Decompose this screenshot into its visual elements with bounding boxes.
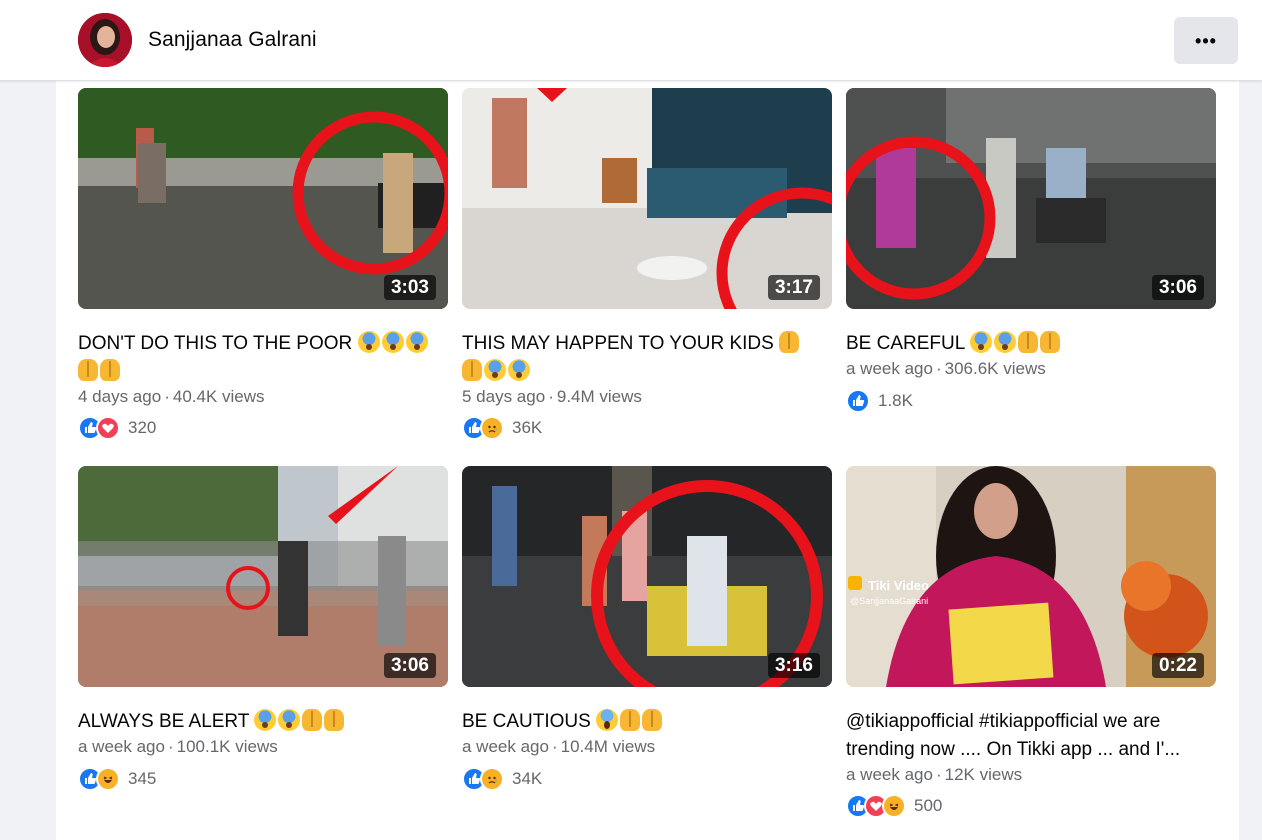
video-meta: a week ago · 306.6K views — [846, 359, 1046, 378]
video-duration: 3:17 — [767, 275, 820, 300]
video-title[interactable]: DON'T DO THIS TO THE POOR — [78, 330, 448, 386]
reaction-count: 34K — [512, 769, 543, 788]
love-icon — [96, 416, 120, 440]
pray-emoji-icon — [78, 359, 98, 381]
more-icon: ••• — [1195, 30, 1217, 51]
video-title[interactable]: THIS MAY HAPPEN TO YOUR KIDS — [462, 330, 832, 386]
fearful-emoji-icon — [969, 331, 992, 353]
reactions-summary[interactable]: 34K — [462, 766, 542, 792]
reactions-summary[interactable]: 500 — [846, 793, 942, 819]
video-meta: a week ago · 100.1K views — [78, 737, 278, 756]
video-age: a week ago — [462, 737, 549, 756]
fearful-emoji-icon — [993, 331, 1016, 353]
more-options-button[interactable]: ••• — [1174, 17, 1238, 64]
video-thumbnail[interactable]: 3:06 — [846, 88, 1216, 309]
video-duration: 3:06 — [383, 653, 436, 678]
reactions-summary[interactable]: 345 — [78, 766, 156, 792]
fearful-emoji-icon — [405, 331, 428, 353]
reaction-count: 320 — [128, 418, 157, 437]
reaction-count: 1.8K — [878, 391, 913, 410]
sad-icon — [480, 767, 504, 791]
pray-emoji-icon — [642, 709, 663, 731]
video-title[interactable]: ALWAYS BE ALERT — [78, 708, 448, 736]
pray-emoji-icon — [1039, 331, 1060, 353]
fearful-emoji-icon — [254, 709, 277, 731]
video-title-line2: trending now .... On Tikki app ... and I… — [846, 739, 1181, 760]
profile-name[interactable]: Sanjjanaa Galrani — [148, 28, 317, 52]
video-title-text: BE CAREFUL — [846, 333, 965, 354]
video-duration: 0:22 — [1151, 653, 1204, 678]
video-age: a week ago — [846, 765, 933, 784]
video-views: 40.4K views — [172, 387, 265, 406]
video-age: 5 days ago — [462, 387, 546, 406]
video-title[interactable]: BE CAREFUL — [846, 330, 1216, 358]
fearful-emoji-icon — [484, 359, 506, 381]
pray-emoji-icon — [1017, 331, 1038, 353]
screaming-emoji-icon — [596, 709, 619, 731]
video-views: 10.4M views — [560, 737, 656, 756]
video-thumbnail[interactable]: 3:17 — [462, 88, 832, 309]
haha-icon — [882, 794, 906, 818]
pray-emoji-icon — [620, 709, 641, 731]
video-title-text: ALWAYS BE ALERT — [78, 711, 250, 732]
reaction-count: 345 — [128, 769, 157, 788]
sad-icon — [480, 416, 504, 440]
reactions-summary[interactable]: 36K — [462, 415, 542, 441]
pray-emoji-icon — [324, 709, 345, 731]
fearful-emoji-icon — [508, 359, 530, 381]
reactions-summary[interactable]: 320 — [78, 415, 156, 441]
pray-emoji-icon — [462, 359, 482, 381]
video-duration: 3:16 — [767, 653, 820, 678]
pray-emoji-icon — [100, 359, 120, 381]
video-age: 4 days ago — [78, 387, 162, 406]
fearful-emoji-icon — [381, 331, 404, 353]
video-age: a week ago — [78, 737, 165, 756]
haha-icon — [96, 767, 120, 791]
profile-avatar[interactable] — [78, 13, 132, 67]
tiki-video-handle: @SanjjanaaGalrani — [850, 596, 929, 606]
video-thumbnail[interactable]: 3:16 — [462, 466, 832, 687]
video-thumbnail[interactable]: 3:06 — [78, 466, 448, 687]
video-title[interactable]: @tikiappofficial #tikiappofficial we are… — [846, 708, 1216, 764]
video-title-text: DON'T DO THIS TO THE POOR — [78, 333, 353, 354]
reactions-summary[interactable]: 1.8K — [846, 388, 913, 414]
page-header: Sanjjanaa Galrani ••• — [0, 0, 1262, 81]
video-views: 9.4M views — [556, 387, 642, 406]
like-icon — [846, 389, 870, 413]
video-thumbnail[interactable]: 3:03 — [78, 88, 448, 309]
pray-emoji-icon — [779, 331, 800, 353]
reaction-count: 500 — [914, 796, 943, 815]
video-title-text: BE CAUTIOUS — [462, 711, 591, 732]
video-duration: 3:06 — [1151, 275, 1204, 300]
pray-emoji-icon — [302, 709, 323, 731]
video-thumbnail[interactable]: Tiki Video @SanjjanaaGalrani 0:22 — [846, 466, 1216, 687]
video-views: 12K views — [944, 765, 1023, 784]
video-meta: a week ago · 12K views — [846, 765, 1023, 784]
video-title-line1: @tikiappofficial #tikiappofficial we are — [846, 711, 1161, 732]
fearful-emoji-icon — [357, 331, 380, 353]
video-title-text: THIS MAY HAPPEN TO YOUR KIDS — [462, 333, 774, 354]
video-meta: 5 days ago · 9.4M views — [462, 387, 642, 406]
video-meta: a week ago · 10.4M views — [462, 737, 656, 756]
video-title[interactable]: BE CAUTIOUS — [462, 708, 832, 736]
tiki-video-watermark: Tiki Video — [868, 578, 929, 593]
video-views: 100.1K views — [176, 737, 278, 756]
video-views: 306.6K views — [944, 359, 1046, 378]
video-age: a week ago — [846, 359, 933, 378]
video-meta: 4 days ago · 40.4K views — [78, 387, 265, 406]
fearful-emoji-icon — [278, 709, 301, 731]
reaction-count: 36K — [512, 418, 543, 437]
video-duration: 3:03 — [383, 275, 436, 300]
